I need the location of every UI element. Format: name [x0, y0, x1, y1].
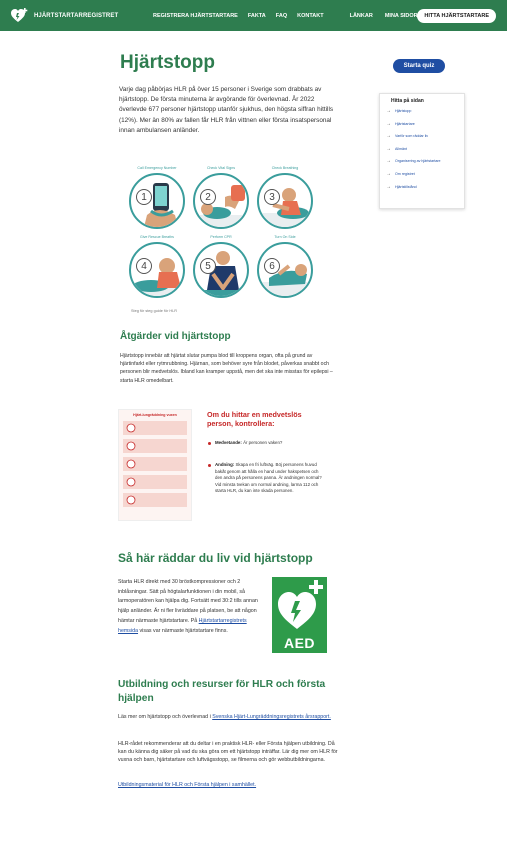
cpr-step: Give Rescue Breaths 4 — [129, 235, 185, 298]
step-label: Check Vital Signs — [206, 166, 236, 170]
toc-item[interactable]: → Varför som räddar liv — [386, 134, 458, 147]
site-header: HJÄRTSTARTARREGISTRET REGISTRERA HJÄRTST… — [0, 0, 507, 31]
logo-text: HJÄRTSTARTARREGISTRET — [34, 12, 119, 19]
step-number: 5 — [200, 258, 216, 274]
poster-illustration — [123, 421, 187, 507]
table-of-contents: Hitta på sidan → Hjärtstopp → Hjärtstartar… — [379, 93, 465, 209]
cpr-poster-image: Hjärt-lungräddning vuxen — [118, 409, 192, 521]
step-label: Call Emergency Number — [137, 166, 177, 170]
page-title: Hjärtstopp — [120, 52, 215, 73]
cpr-step: Call Emergency Number 1 — [129, 166, 185, 229]
nav-faq[interactable]: FAQ — [276, 13, 287, 19]
find-defibrillator-button[interactable]: HITTA HJÄRTSTARTARE — [417, 9, 496, 23]
start-quiz-button[interactable]: Starta quiz — [393, 59, 445, 73]
toc-item[interactable]: → Hjärtstillstånd — [386, 183, 458, 198]
logo[interactable]: HJÄRTSTARTARREGISTRET — [10, 7, 119, 24]
nav-lankar[interactable]: LÄNKAR — [350, 13, 373, 19]
education-paragraph-2: HLR-rådet rekommenderar att du deltar i … — [118, 741, 338, 763]
toc-item-label: Hjärtstartare — [395, 121, 415, 126]
step-illustration: 2 — [193, 173, 249, 229]
arrow-right-icon: → — [386, 158, 391, 165]
education-text: Läs mer om hjärtstopp och överlevnad i — [118, 714, 213, 720]
poster-title: Hjärt-lungräddning vuxen — [133, 413, 177, 417]
arrow-right-icon: → — [386, 108, 391, 114]
save-lives-text-end: visas var närmaste hjärtstartare finns. — [138, 627, 228, 634]
toc-title: Hitta på sidan — [391, 98, 424, 104]
nav-mina-sidor[interactable]: MINA SIDOR — [385, 13, 418, 19]
infographic-caption: Steg för steg guide för HLR — [131, 309, 178, 313]
step-number: 6 — [264, 258, 280, 274]
section-heading-education: Utbildning och resurser för HLR och förs… — [118, 679, 326, 704]
education-paragraph-1: Läs mer om hjärtstopp och överlevnad i S… — [118, 713, 338, 721]
step-illustration: 3 — [257, 173, 313, 229]
section-save-lives-text: Starta HLR direkt med 30 bröstkompressio… — [118, 578, 263, 636]
bullet-text: Är personen vaken? — [241, 440, 283, 445]
toc-item-label: Varför som räddar liv — [395, 134, 429, 139]
step-label: Check Breathing — [271, 166, 299, 170]
intro-paragraph: Varje dag påbörjas HLR på över 15 person… — [119, 86, 334, 134]
toc-item[interactable]: → Hjärtstartare — [386, 120, 458, 135]
main-nav: REGISTRERA HJÄRTSTARTARE FAKTA FAQ KONTA… — [153, 0, 428, 31]
education-paragraph-3: Utbildningsmaterial för HLR och Första h… — [118, 781, 338, 789]
step-label: Give Rescue Breaths — [140, 235, 174, 239]
heart-logo-icon — [11, 7, 28, 22]
step-illustration: 4 — [129, 242, 185, 298]
section-heading-save-lives: Så här räddar du liv vid hjärtstopp — [118, 551, 313, 565]
toc-item-label: Hjärtstopp — [395, 109, 412, 113]
nav-fakta[interactable]: FAKTA — [248, 13, 266, 19]
toc-item[interactable]: → Hjärtstopp — [386, 109, 458, 122]
toc-item[interactable]: → Om registret — [386, 170, 458, 185]
step-number: 1 — [136, 189, 152, 205]
arrow-right-icon: → — [386, 133, 391, 140]
step-label: Turn On Side — [274, 235, 296, 239]
check-bullet-breathing: Andning: Skapa en fri luftväg. Böj perso… — [207, 462, 325, 495]
toc-item[interactable]: → Organisering av hjärtstartare — [386, 159, 458, 172]
step-number: 3 — [264, 189, 280, 205]
section-actions-text: Hjärtstopp innebär att hjärtat slutar pu… — [120, 353, 333, 384]
cpr-step: Check Vital Signs 2 — [193, 166, 249, 229]
check-heading: Om du hittar en medvetslös person, kontr… — [207, 410, 302, 428]
bullet-label: Andning: — [215, 462, 235, 467]
cpr-step: Check Breathing 3 — [257, 166, 313, 229]
check-bullet-consciousness: Medvetande: Är personen vaken? — [207, 440, 325, 447]
cpr-steps-infographic: Call Emergency Number 1 Check Vital Sign… — [125, 166, 315, 316]
step-illustration: 6 — [257, 242, 313, 298]
arrow-right-icon: → — [386, 145, 391, 152]
arrow-right-icon: → — [386, 120, 391, 127]
cpr-step: Perform CPR 5 — [193, 235, 249, 298]
nav-register[interactable]: REGISTRERA HJÄRTSTARTARE — [153, 13, 238, 19]
bullet-label: Medvetande: — [215, 440, 242, 445]
step-number: 2 — [200, 189, 216, 205]
arrow-right-icon: → — [386, 170, 391, 177]
step-label: Perform CPR — [210, 235, 232, 239]
arrow-right-icon: → — [386, 183, 391, 190]
section-heading-actions: Åtgärder vid hjärtstopp — [120, 331, 231, 342]
step-illustration: 1 — [129, 173, 185, 229]
toc-item-label: Hjärtstillstånd — [395, 184, 417, 189]
nav-kontakt[interactable]: KONTAKT — [297, 13, 323, 19]
aed-label: AED — [283, 635, 316, 651]
cpr-step: Turn On Side 6 — [257, 235, 313, 298]
annual-report-link[interactable]: Svenska Hjärt-Lungräddningsregistrets år… — [212, 714, 331, 720]
training-material-link[interactable]: Utbildningsmaterial för HLR och Första h… — [118, 782, 256, 788]
toc-item-label: Allmänt — [395, 146, 407, 151]
aed-sign-image: AED — [272, 577, 327, 653]
step-number: 4 — [136, 258, 152, 274]
step-illustration: 5 — [193, 242, 249, 298]
toc-item-label: Om registret — [395, 171, 415, 176]
toc-item[interactable]: → Allmänt — [386, 145, 458, 160]
toc-item-label: Organisering av hjärtstartare — [395, 159, 441, 164]
